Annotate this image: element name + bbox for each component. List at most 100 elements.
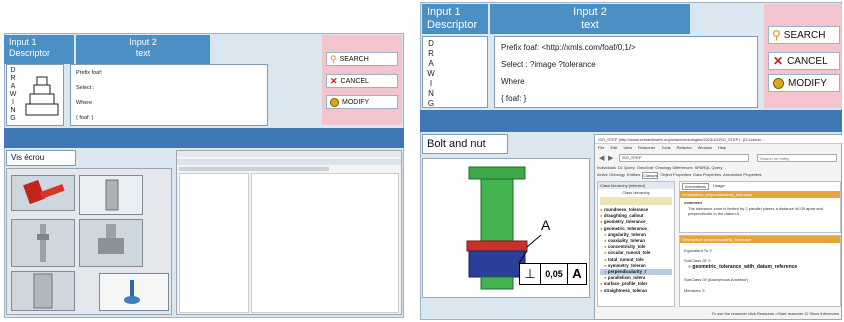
cylinder-icon (105, 179, 119, 211)
left-query-line-4: { foaf: } (76, 115, 94, 121)
left-query-box[interactable]: Prefix foaf: Select : Where { foaf: } (70, 64, 268, 126)
subclass-of-label: SubClass Of ⊕ (684, 258, 711, 263)
left-protege-right (251, 173, 399, 313)
class-item[interactable]: ● straightness_toleran (600, 288, 672, 294)
left-protege-titlebar (177, 151, 401, 157)
entity-search-input[interactable] (757, 154, 837, 162)
left-thumbnail-grid (6, 168, 172, 315)
class-hierarchy-panel: Class hierarchy (inferred) Class hierarc… (597, 181, 675, 307)
status-text: To use the reasoner click Reasoner->Star… (711, 311, 804, 316)
annotations-panel: Annotations Usage Annotations: perpendic… (679, 181, 841, 233)
tab-object-properties[interactable]: Object Properties (660, 172, 691, 179)
tab-dl-query[interactable]: DL Query (618, 165, 635, 170)
perpendicularity-symbol: ⊥ (520, 264, 541, 284)
add-icon[interactable]: ⊕ (708, 258, 711, 263)
left-input1-header[interactable]: Input 1 Descriptor (4, 35, 74, 64)
menu-tools[interactable]: Tools (661, 145, 670, 151)
tab-active-ontology[interactable]: Active Ontology (597, 172, 625, 179)
add-icon[interactable]: ⊕ (709, 248, 712, 253)
tab-ontology-differences[interactable]: Ontology Differences (655, 165, 692, 170)
tolerance-frame: ⊥ 0,05 A (519, 263, 587, 285)
tab-annotations[interactable]: Annotations (682, 183, 710, 190)
annotations-tabs: Annotations Usage (680, 182, 840, 191)
right-query-box[interactable]: Prefix foaf: <http://xmls.com/foaf/0,1/>… (494, 36, 758, 108)
forward-icon[interactable]: ▶ (608, 154, 613, 162)
right-section-title: Bolt and nut (422, 134, 508, 154)
left-cancel-label: CANCEL (340, 77, 369, 85)
right-input1-subtitle: Descriptor (427, 19, 478, 31)
right-query-line-1: Prefix foaf: <http://xmls.com/foaf/0,1/> (501, 43, 636, 52)
left-cancel-button[interactable]: ✕ CANCEL (326, 74, 398, 88)
left-protege-tree (179, 173, 249, 313)
thumbnail-pin[interactable] (11, 219, 75, 267)
right-modify-button[interactable]: MODIFY (768, 74, 840, 92)
right-search-button[interactable]: ⚲ SEARCH (768, 26, 840, 44)
add-icon[interactable]: ⊕ (702, 288, 705, 293)
left-protege-toolbar (177, 159, 401, 165)
show-inferences-label: Show Inferences (809, 311, 839, 316)
thumbnail-cylinder[interactable] (79, 175, 143, 215)
show-inferences-checkbox[interactable]: ☑ (804, 311, 808, 316)
right-input2-header[interactable]: Input 2 text (490, 4, 690, 34)
menu-refactor[interactable]: Refactor (677, 145, 692, 151)
left-drawing-area[interactable]: DRAWING (6, 64, 64, 126)
back-icon[interactable]: ◀ (599, 154, 604, 162)
comment-label: comment (684, 200, 702, 205)
description-panel: Description: perpendicularity_tolerance … (679, 235, 841, 307)
protege-titlebar: ISO_STEP (http://www.semanticweb.org/ons… (595, 135, 843, 144)
left-search-button[interactable]: ⚲ SEARCH (326, 52, 398, 66)
protege-status-bar: To use the reasoner click Reasoner->Star… (679, 311, 841, 319)
thumbnail-tall-part[interactable] (11, 271, 75, 311)
class-hierarchy-toolbar (600, 197, 672, 205)
menu-file[interactable]: File (598, 145, 604, 151)
protege-title-text: ISO_STEP (http://www.semanticweb.org/ons… (598, 137, 765, 142)
menu-window[interactable]: Window (698, 145, 712, 151)
protege-menubar: File Edit View Reasoner Tools Refactor W… (595, 144, 843, 152)
thumbnail-small-window[interactable] (99, 273, 169, 311)
protege-toolbar: ◀ ▶ ISO_STEP (597, 153, 841, 163)
class-hierarchy-header: Class hierarchy (inferred) (598, 182, 674, 189)
tab-row-1: Individuals DL Query OntoGraf Ontology D… (597, 165, 722, 170)
menu-edit[interactable]: Edit (610, 145, 617, 151)
left-search-label: SEARCH (339, 55, 369, 63)
thumbnail-red-bolt[interactable] (11, 175, 75, 211)
tolerance-value: 0,05 (541, 264, 568, 284)
tab-annotation-properties[interactable]: Annotation Properties (723, 172, 761, 179)
subclass-value[interactable]: ● geometric_tolerance_with_datum_referen… (680, 263, 840, 271)
tab-individuals[interactable]: Individuals (597, 165, 616, 170)
tab-sparql[interactable]: SPARQL Query (695, 165, 723, 170)
left-blue-strip (4, 128, 404, 148)
search-icon: ⚲ (330, 53, 337, 64)
right-cancel-button[interactable]: ✕ CANCEL (768, 52, 840, 70)
ontology-selector[interactable]: ISO_STEP (619, 154, 749, 162)
left-protege-window[interactable] (176, 150, 402, 315)
tab-ontograf[interactable]: OntoGraf (637, 165, 653, 170)
left-query-line-2: Select : (76, 85, 95, 91)
tab-entities[interactable]: Entities (627, 172, 640, 179)
modify-icon (773, 77, 784, 89)
tall-part-icon (33, 273, 53, 309)
left-input2-title: Input 2 (129, 37, 157, 47)
left-section-title-text: Vis écrou (11, 153, 45, 162)
class-list: ● roundness_tolerance ● draughting_callo… (598, 206, 674, 295)
left-modify-button[interactable]: MODIFY (326, 95, 398, 109)
protege-window[interactable]: ISO_STEP (http://www.semanticweb.org/ons… (594, 134, 843, 320)
menu-help[interactable]: Help (718, 145, 726, 151)
left-input2-subtitle: text (135, 48, 151, 58)
menu-view[interactable]: View (623, 145, 632, 151)
right-input1-header[interactable]: Input 1 Descriptor (422, 4, 488, 34)
left-input1-subtitle: Descriptor (9, 48, 51, 58)
tab-classes[interactable]: Classes (642, 172, 659, 179)
menu-reasoner[interactable]: Reasoner (638, 145, 655, 151)
left-input2-header[interactable]: Input 2 text (76, 35, 210, 64)
datum-label: A (541, 217, 551, 233)
anonymous-ancestor-label: SubClass Of (Anonymous Ancestor) (684, 277, 749, 282)
tab-usage[interactable]: Usage (711, 183, 727, 190)
right-drawing-area[interactable]: DRAWING (422, 36, 488, 108)
close-icon: ✕ (773, 54, 784, 68)
right-query-line-2: Select : ?image ?tolerance (501, 60, 596, 69)
right-input2-subtitle: text (581, 19, 599, 31)
thumbnail-valve[interactable] (79, 219, 143, 267)
tab-data-properties[interactable]: Data Properties (693, 172, 721, 179)
right-blue-strip (420, 110, 842, 132)
